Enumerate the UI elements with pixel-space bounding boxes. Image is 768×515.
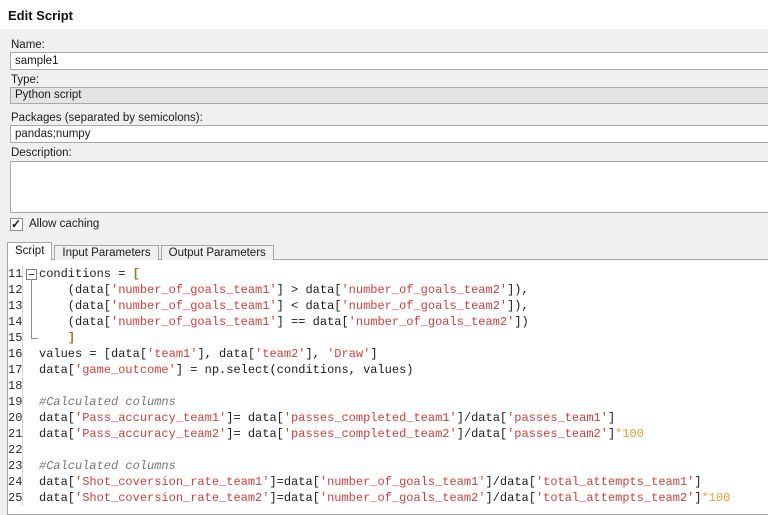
- allow-caching-checkbox[interactable]: ✓: [10, 217, 23, 231]
- code-line[interactable]: 16 values = [data['team1'], data['team2']…: [8, 346, 768, 362]
- description-input[interactable]: [10, 161, 768, 213]
- fold-collapse-icon[interactable]: [26, 269, 37, 280]
- code-line[interactable]: 24 data['Shot_coversion_rate_team1']=data…: [8, 474, 768, 490]
- code-line-text: values = [data['team1'], data['team2'], …: [39, 347, 378, 361]
- fold-margin: [23, 442, 39, 458]
- dialog-header: Edit Script: [0, 0, 768, 29]
- code-line[interactable]: 23 #Calculated columns: [8, 458, 768, 474]
- code-lines: 11 conditions = [12 (data['number_of_goal…: [8, 266, 768, 506]
- code-line-text: data['Shot_coversion_rate_team2']=data['…: [39, 491, 731, 505]
- code-line-text: #Calculated columns: [39, 395, 176, 409]
- fold-margin-marker: [23, 330, 39, 346]
- code-line-text: data['Pass_accuracy_team2']= data['passe…: [39, 427, 644, 441]
- fold-margin: [23, 490, 39, 506]
- fold-margin: [23, 346, 39, 362]
- line-number: 25: [8, 490, 23, 506]
- line-number: 19: [8, 394, 23, 410]
- code-line-text: data['Pass_accuracy_team1']= data['passe…: [39, 411, 616, 425]
- code-line[interactable]: 13 (data['number_of_goals_team1'] < data…: [8, 298, 768, 314]
- fold-margin: [23, 394, 39, 410]
- fold-margin-marker[interactable]: [23, 266, 39, 282]
- fold-margin: [23, 458, 39, 474]
- line-number: 17: [8, 362, 23, 378]
- packages-input[interactable]: [10, 125, 768, 143]
- line-number: 21: [8, 426, 23, 442]
- code-line[interactable]: 22: [8, 442, 768, 458]
- line-number: 15: [8, 330, 23, 346]
- dialog-title: Edit Script: [8, 8, 74, 23]
- line-number: 24: [8, 474, 23, 490]
- packages-label: Packages (separated by semicolons):: [11, 112, 203, 124]
- edit-script-dialog: { "window": { "title": "Edit Script" }, …: [0, 0, 768, 515]
- code-line-text: data['game_outcome'] = np.select(conditi…: [39, 363, 414, 377]
- fold-margin-marker: [23, 314, 39, 330]
- type-field[interactable]: Python script: [10, 87, 768, 104]
- fold-margin: [23, 474, 39, 490]
- code-line-text: (data['number_of_goals_team1'] > data['n…: [39, 283, 529, 297]
- name-label: Name:: [11, 39, 45, 51]
- line-number: 11: [8, 266, 23, 282]
- checkmark-icon: ✓: [11, 217, 22, 231]
- code-line[interactable]: 15 ]: [8, 330, 768, 346]
- code-line-text: conditions = [: [39, 267, 140, 281]
- code-editor[interactable]: 11 conditions = [12 (data['number_of_goal…: [8, 260, 768, 514]
- tab-bar: Script Input Parameters Output Parameter…: [7, 242, 276, 260]
- fold-margin-marker: [23, 298, 39, 314]
- line-number: 20: [8, 410, 23, 426]
- code-line[interactable]: 21 data['Pass_accuracy_team2']= data['pas…: [8, 426, 768, 442]
- script-tab-panel: 11 conditions = [12 (data['number_of_goal…: [7, 259, 768, 515]
- line-number: 14: [8, 314, 23, 330]
- type-label: Type:: [11, 74, 40, 86]
- code-line[interactable]: 12 (data['number_of_goals_team1'] > data…: [8, 282, 768, 298]
- fold-margin: [23, 378, 39, 394]
- code-line[interactable]: 18: [8, 378, 768, 394]
- tab-output-parameters[interactable]: Output Parameters: [160, 245, 274, 260]
- allow-caching-label: Allow caching: [29, 218, 100, 230]
- line-number: 23: [8, 458, 23, 474]
- tab-input-parameters[interactable]: Input Parameters: [54, 245, 159, 260]
- code-line[interactable]: 17 data['game_outcome'] = np.select(condi…: [8, 362, 768, 378]
- fold-margin: [23, 410, 39, 426]
- description-label: Description:: [11, 147, 72, 159]
- code-line[interactable]: 14 (data['number_of_goals_team1'] == dat…: [8, 314, 768, 330]
- code-line-text: #Calculated columns: [39, 459, 176, 473]
- code-line[interactable]: 25 data['Shot_coversion_rate_team2']=data…: [8, 490, 768, 506]
- line-number: 13: [8, 298, 23, 314]
- code-line[interactable]: 20 data['Pass_accuracy_team1']= data['pas…: [8, 410, 768, 426]
- line-number: 12: [8, 282, 23, 298]
- code-line[interactable]: 19 #Calculated columns: [8, 394, 768, 410]
- tab-script[interactable]: Script: [7, 242, 53, 260]
- line-number: 22: [8, 442, 23, 458]
- code-line-text: (data['number_of_goals_team1'] < data['n…: [39, 299, 529, 313]
- name-input[interactable]: [10, 52, 768, 70]
- fold-margin-marker: [23, 282, 39, 298]
- code-line-text: data['Shot_coversion_rate_team1']=data['…: [39, 475, 702, 489]
- line-number: 18: [8, 378, 23, 394]
- code-line[interactable]: 11 conditions = [: [8, 266, 768, 282]
- code-line-text: ]: [67, 331, 76, 345]
- code-line-text: (data['number_of_goals_team1'] == data['…: [39, 315, 529, 329]
- fold-margin: [23, 362, 39, 378]
- line-number: 16: [8, 346, 23, 362]
- fold-margin: [23, 426, 39, 442]
